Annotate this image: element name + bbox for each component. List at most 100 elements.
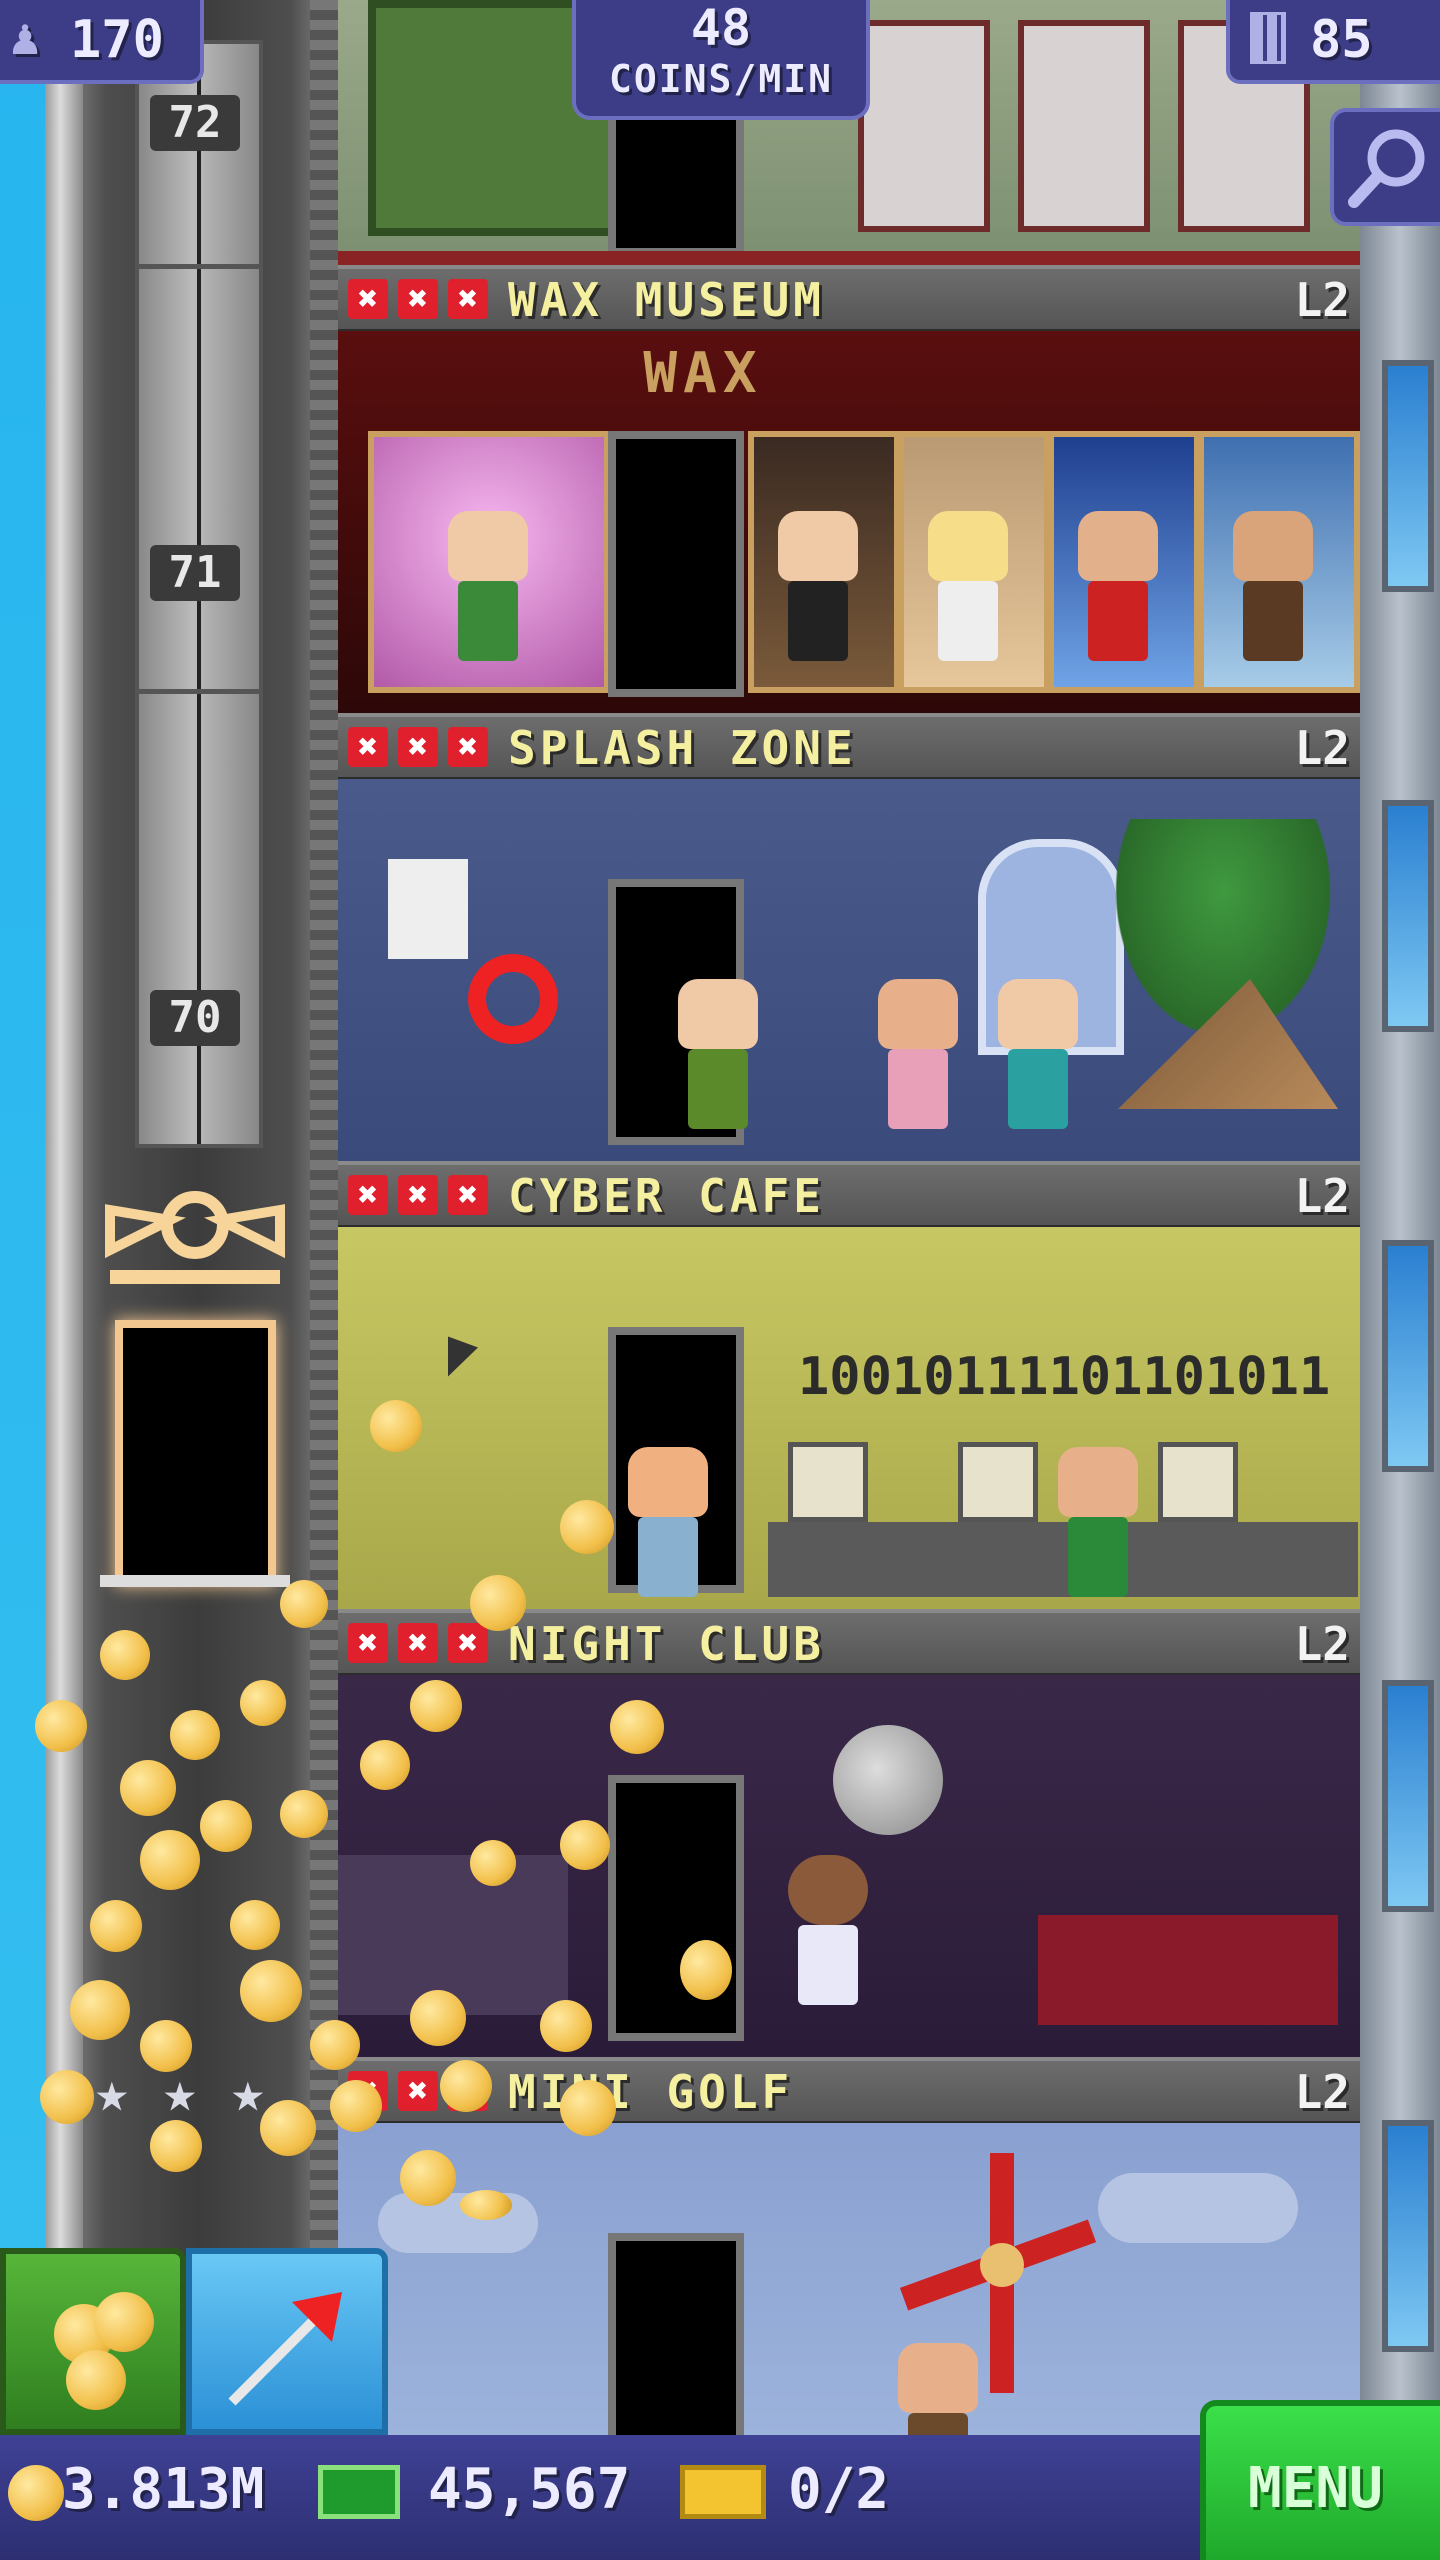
floor-night-club[interactable]: ✖ ✖ ✖ NIGHT CLUB L2 <box>338 1609 1360 2057</box>
stock-empty-icon: ✖ <box>398 279 438 319</box>
bux-value: 45,567 <box>428 2457 631 2522</box>
raffle-button[interactable] <box>186 2248 388 2435</box>
slot-machine-icon <box>1018 20 1150 232</box>
floor-header: ✖ ✖ ✖ WAX MUSEUM L2 <box>338 265 1360 335</box>
floor-door <box>608 431 744 697</box>
floor-splash-zone[interactable]: ✖ ✖ ✖ SPLASH ZONE L2 <box>338 713 1360 1161</box>
shaft-rail <box>310 0 338 2560</box>
floor-level: L2 <box>1294 1169 1350 1223</box>
building-icon <box>1250 12 1286 64</box>
wax-figure <box>448 511 528 661</box>
tower-left-edge <box>45 0 83 2560</box>
floor-name: MINI GOLF <box>508 2065 794 2119</box>
star-icon: ★ <box>231 2060 265 2125</box>
bux-icon <box>318 2465 400 2519</box>
elevator-floor-number: 72 <box>150 95 240 151</box>
floor-wax-museum[interactable]: ✖ ✖ ✖ WAX MUSEUM L2 WAX <box>338 265 1360 713</box>
person-icon: ♟ <box>10 8 41 66</box>
dj-booth <box>338 1855 568 2015</box>
elevator-car[interactable] <box>135 265 263 693</box>
floor-level: L2 <box>1294 1617 1350 1671</box>
stock-empty-icon: ✖ <box>398 2071 438 2111</box>
coin-icon <box>8 2465 64 2521</box>
wax-sign: WAX <box>643 341 763 406</box>
floor-count-panel[interactable]: 85 <box>1226 0 1440 84</box>
disco-ball-icon <box>833 1725 943 1835</box>
star-icon: ★ <box>95 2060 129 2125</box>
floor-room <box>338 1675 1360 2057</box>
computer-icon <box>1158 1442 1238 1522</box>
gift-elevator[interactable] <box>100 1170 290 1600</box>
pin-arrow-icon <box>228 2292 342 2406</box>
sky <box>0 0 50 2560</box>
guest <box>678 979 758 1129</box>
coins-per-min-label: COINS/MIN <box>609 57 833 101</box>
elevator-stars: ★ ★ ★ <box>95 2060 305 2125</box>
floor-level: L2 <box>1294 273 1350 327</box>
elevator-floor-number: 71 <box>150 545 240 601</box>
floor-room: 10010111101101011 <box>338 1227 1360 1609</box>
slot-machine-icon <box>858 20 990 232</box>
stock-empty-icon: ✖ <box>448 727 488 767</box>
wax-figure <box>1233 511 1313 661</box>
floor-door <box>608 2233 744 2435</box>
lounge-sofa <box>1038 1915 1338 2025</box>
floor-name: WAX MUSEUM <box>508 273 825 327</box>
stock-empty-icon: ✖ <box>348 2071 388 2111</box>
exterior-window <box>1382 1240 1434 1472</box>
floor-name: SPLASH ZONE <box>508 721 857 775</box>
life-ring-icon <box>468 954 558 1044</box>
guest <box>788 1855 868 2005</box>
star-icon: ★ <box>163 2060 197 2125</box>
floor-room <box>338 779 1360 1161</box>
gift-elevator-door <box>115 1320 276 1586</box>
guest <box>628 1447 708 1597</box>
exterior-window <box>1382 360 1434 592</box>
floor-room: WAX <box>338 331 1360 713</box>
computer-icon <box>958 1442 1038 1522</box>
wax-figure <box>778 511 858 661</box>
exterior-window <box>1382 800 1434 1032</box>
coins-icon <box>94 2292 154 2352</box>
coins-icon <box>66 2350 126 2410</box>
menu-label: MENU <box>1248 2456 1383 2521</box>
floor-cyber-cafe[interactable]: ✖ ✖ ✖ CYBER CAFE L2 10010111101101011 <box>338 1161 1360 1609</box>
stock-empty-icon: ✖ <box>398 1175 438 1215</box>
menu-button[interactable]: MENU <box>1200 2400 1440 2560</box>
elevator-car[interactable] <box>135 690 263 1148</box>
guest <box>898 2343 978 2435</box>
guest <box>998 979 1078 1129</box>
wax-figure <box>1078 511 1158 661</box>
tickets-value: 0/2 <box>788 2457 890 2522</box>
magnifier-icon <box>1348 129 1425 208</box>
floor-header: ✖ ✖ ✖ NIGHT CLUB L2 <box>338 1609 1360 1679</box>
stock-empty-icon: ✖ <box>448 2071 488 2111</box>
floor-door <box>608 110 744 256</box>
population-value: 170 <box>70 10 164 70</box>
stock-empty-icon: ✖ <box>448 1175 488 1215</box>
stock-empty-icon: ✖ <box>348 279 388 319</box>
floor-level: L2 <box>1294 2065 1350 2119</box>
search-button[interactable] <box>1330 108 1440 226</box>
population-counter[interactable]: ♟ 170 <box>0 0 204 84</box>
ticket-icon <box>680 2465 766 2519</box>
stock-empty-icon: ✖ <box>348 1623 388 1663</box>
computer-icon <box>788 1442 868 1522</box>
collect-coins-button[interactable] <box>0 2248 186 2435</box>
floor-header: ✖ ✖ ✖ CYBER CAFE L2 <box>338 1161 1360 1231</box>
floor-door <box>608 1775 744 2041</box>
cloud-icon <box>378 2193 538 2253</box>
gift-bow-icon <box>100 1170 290 1290</box>
guest <box>1058 1447 1138 1597</box>
floor-mini-golf[interactable]: ✖ ✖ ✖ MINI GOLF L2 <box>338 2057 1360 2435</box>
coins-value: 3.813M <box>62 2457 265 2522</box>
stock-empty-icon: ✖ <box>348 1175 388 1215</box>
floor-level: L2 <box>1294 721 1350 775</box>
floor-count-value: 85 <box>1310 10 1373 70</box>
exterior-window <box>1382 2120 1434 2352</box>
stock-empty-icon: ✖ <box>348 727 388 767</box>
wax-figure <box>928 511 1008 661</box>
binary-text: 10010111101101011 <box>798 1347 1331 1407</box>
floor-header: ✖ ✖ ✖ MINI GOLF L2 <box>338 2057 1360 2127</box>
coins-per-min-value: 48 <box>690 0 752 57</box>
